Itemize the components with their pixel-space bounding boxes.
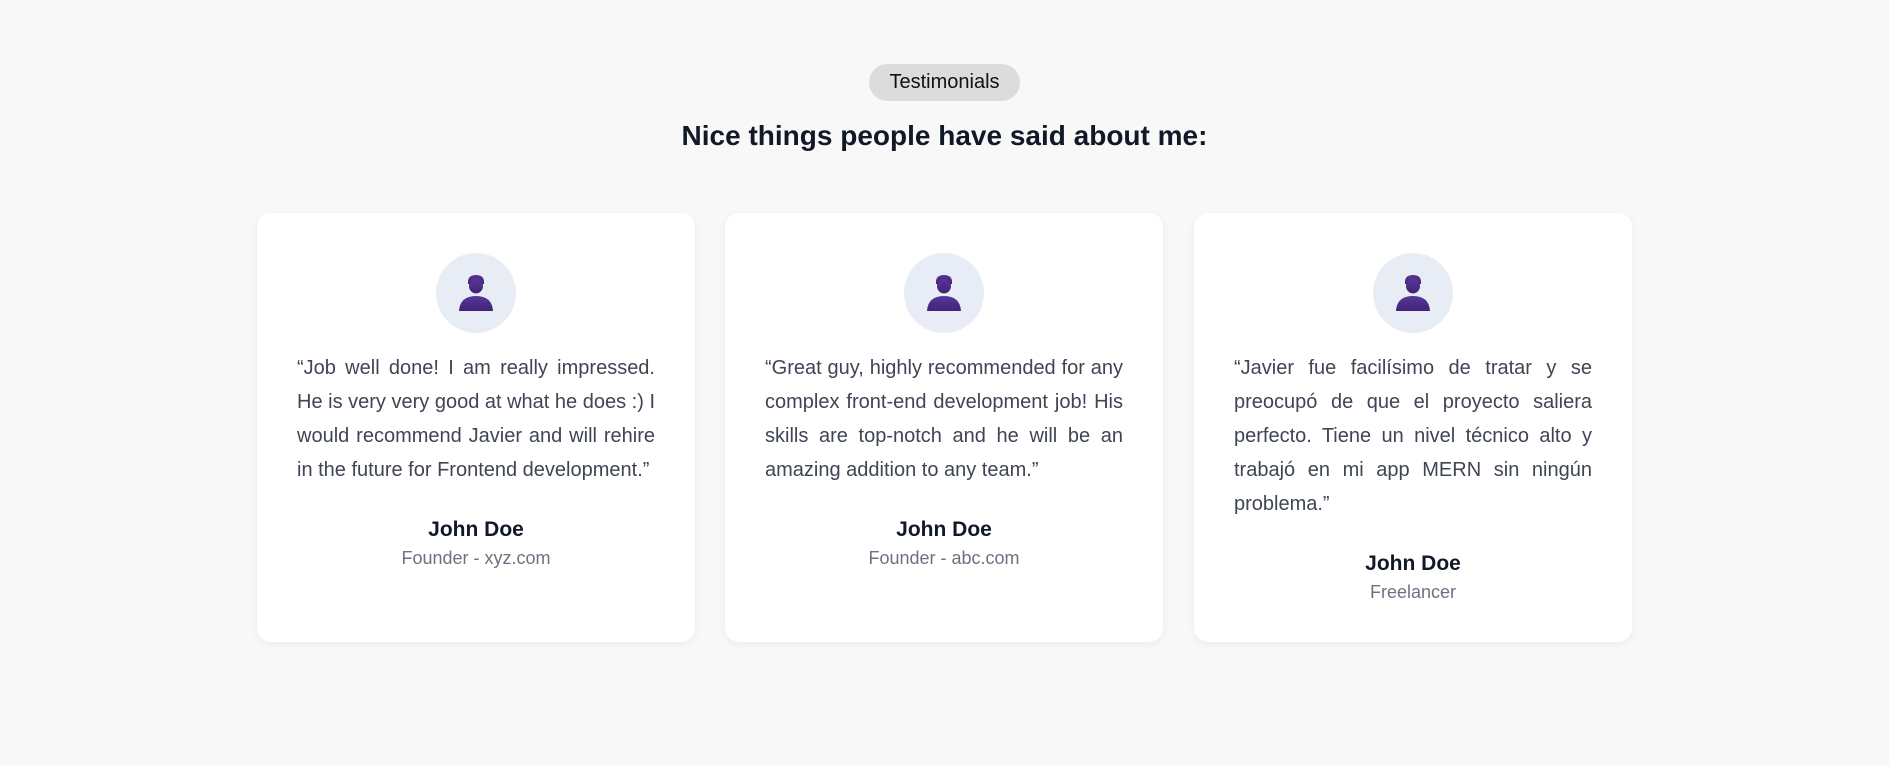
testimonial-quote: “Javier fue facilísimo de tratar y se pr… xyxy=(1234,357,1592,515)
testimonials-section: Testimonials Nice things people have sai… xyxy=(0,0,1889,766)
testimonial-author-role: Freelancer xyxy=(1369,582,1457,602)
testimonial-author-role: Founder - xyz.com xyxy=(401,548,551,568)
testimonial-card: “Job well done! I am really impressed. H… xyxy=(257,213,695,642)
user-avatar-icon xyxy=(904,253,984,333)
testimonial-card: “Great guy, highly recommended for any c… xyxy=(725,213,1163,642)
testimonial-author-name: John Doe xyxy=(428,518,524,541)
testimonial-card: “Javier fue facilísimo de tratar y se pr… xyxy=(1194,213,1632,642)
testimonial-quote: “Job well done! I am really impressed. H… xyxy=(297,357,655,481)
section-badge: Testimonials xyxy=(869,64,1020,101)
section-title: Nice things people have said about me: xyxy=(681,120,1208,151)
testimonial-author-role: Founder - abc.com xyxy=(868,548,1020,568)
user-avatar-icon xyxy=(1373,253,1453,333)
testimonial-author-name: John Doe xyxy=(1365,552,1461,575)
user-avatar-icon xyxy=(436,253,516,333)
testimonial-quote: “Great guy, highly recommended for any c… xyxy=(765,357,1123,481)
testimonial-author-name: John Doe xyxy=(896,518,992,541)
